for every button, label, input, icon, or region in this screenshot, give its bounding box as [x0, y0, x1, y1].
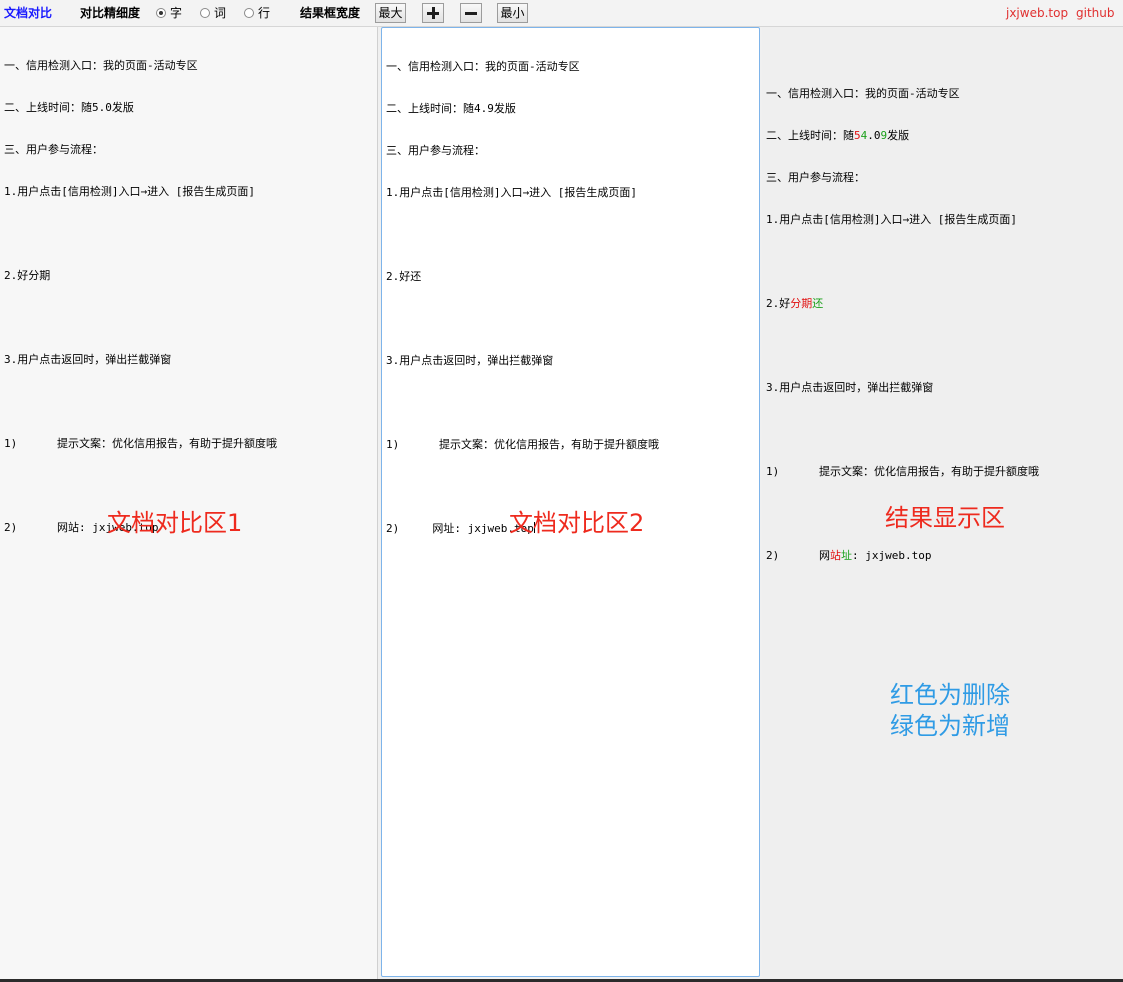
document-pane-2[interactable]: 一、信用检测入口：我的页面-活动专区 二、上线时间：随4.9发版 三、用户参与流…	[381, 27, 760, 977]
option-label: 词	[214, 5, 227, 20]
result-text: 2)	[766, 549, 819, 562]
deleted-text: 5	[854, 129, 861, 142]
result-text: 2.好	[766, 297, 791, 310]
precision-label: 对比精细度	[80, 6, 141, 20]
added-text: 址	[840, 549, 852, 562]
legend-added: 绿色为新增	[890, 712, 1010, 740]
width-label: 结果框宽度	[300, 6, 361, 20]
toolbar: 文档对比 对比精细度 字 词 行 结果框宽度 最大 最小 jxjweb.top …	[0, 0, 1123, 27]
result-line: 二、上线时间：随54.09发版	[766, 129, 1119, 143]
result-line: 2.好分期还	[766, 297, 1119, 311]
text-line	[386, 480, 755, 494]
option-label: 字	[170, 5, 183, 20]
text-line: 2.好还	[386, 270, 422, 283]
site-link[interactable]: jxjweb.top	[1006, 0, 1068, 26]
result-text: 二、上线时间：随	[766, 129, 854, 142]
text-line: 3.用户点击返回时，弹出拦截弹窗	[4, 353, 172, 366]
text-line: 三、用户参与流程：	[386, 144, 485, 157]
precision-option-char[interactable]: 字	[156, 0, 182, 26]
text-line: 1) 提示文案：优化信用报告，有助于提升额度哦	[4, 437, 277, 450]
app-title[interactable]: 文档对比	[4, 0, 52, 26]
decrease-width-button[interactable]	[460, 3, 482, 23]
result-text: .0	[867, 129, 881, 142]
text-line	[4, 479, 373, 493]
text-line	[4, 227, 373, 241]
radio-icon[interactable]	[200, 8, 210, 18]
deleted-text: 分期	[790, 297, 813, 310]
text-line: 3.用户点击返回时，弹出拦截弹窗	[386, 354, 554, 367]
result-line: 一、信用检测入口：我的页面-活动专区	[766, 87, 960, 100]
pane2-overlay-label: 文档对比区2	[509, 509, 645, 537]
result-text: : jxjweb.top	[851, 549, 932, 562]
text-line: 1) 提示文案：优化信用报告，有助于提升额度哦	[386, 438, 659, 451]
deleted-text: 站	[829, 549, 841, 562]
result-overlay-label: 结果显示区	[885, 504, 1005, 532]
radio-checked-icon[interactable]	[156, 8, 166, 18]
text-line: 2.好分期	[4, 269, 51, 282]
max-width-button[interactable]: 最大	[375, 3, 406, 23]
text-line	[4, 311, 373, 325]
text-line: 二、上线时间：随5.0发版	[4, 101, 134, 114]
text-line: 一、信用检测入口：我的页面-活动专区	[4, 59, 198, 72]
text-line	[386, 396, 755, 410]
text-line: 二、上线时间：随4.9发版	[386, 102, 516, 115]
result-line: 三、用户参与流程：	[766, 171, 865, 184]
plus-icon-bar	[431, 7, 435, 19]
text-line: 1.用户点击[信用检测]入口→进入 [报告生成页面]	[386, 186, 637, 199]
result-text: 发版	[887, 129, 910, 142]
result-line: 1) 提示文案：优化信用报告，有助于提升额度哦	[766, 465, 1039, 478]
minus-icon	[465, 12, 477, 15]
text-line	[386, 312, 755, 326]
github-link[interactable]: github	[1076, 0, 1114, 26]
result-line: 1.用户点击[信用检测]入口→进入 [报告生成页面]	[766, 213, 1017, 226]
min-width-button[interactable]: 最小	[497, 3, 528, 23]
color-legend: 红色为删除 绿色为新增	[850, 680, 1050, 742]
increase-width-button[interactable]	[422, 3, 444, 23]
text-line: 三、用户参与流程：	[4, 143, 103, 156]
result-text: 网	[818, 549, 830, 562]
precision-option-word[interactable]: 词	[200, 0, 226, 26]
pane1-overlay-label: 文档对比区1	[107, 509, 243, 537]
result-line: 2) 网站址: jxjweb.top	[766, 549, 1119, 563]
text-line	[4, 395, 373, 409]
text-line: 一、信用检测入口：我的页面-活动专区	[386, 60, 580, 73]
radio-icon[interactable]	[244, 8, 254, 18]
added-text: 还	[812, 297, 824, 310]
result-line: 3.用户点击返回时，弹出拦截弹窗	[766, 381, 934, 394]
text-line: 1.用户点击[信用检测]入口→进入 [报告生成页面]	[4, 185, 255, 198]
legend-deleted: 红色为删除	[890, 681, 1010, 709]
precision-option-line[interactable]: 行	[244, 0, 270, 26]
text-line	[386, 228, 755, 242]
option-label: 行	[258, 5, 271, 20]
